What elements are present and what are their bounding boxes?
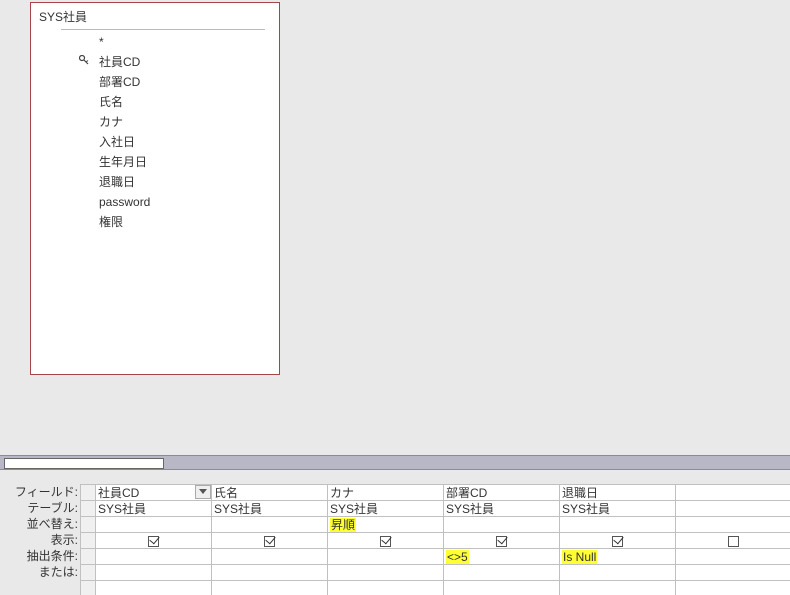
or-cell[interactable] bbox=[212, 565, 328, 581]
table-cell[interactable]: SYS社員 bbox=[444, 501, 560, 517]
primary-key-icon bbox=[79, 55, 89, 65]
or-cell[interactable] bbox=[676, 565, 790, 581]
dropdown-icon[interactable] bbox=[195, 485, 211, 499]
sort-cell[interactable] bbox=[444, 517, 560, 533]
tables-pane: SYS社員 *社員CD部署CD氏名カナ入社日生年月日退職日password権限 bbox=[0, 0, 790, 455]
table-box[interactable]: SYS社員 *社員CD部署CD氏名カナ入社日生年月日退職日password権限 bbox=[30, 2, 280, 375]
empty-cell[interactable] bbox=[676, 581, 790, 595]
design-grid-wrapper: 社員CD氏名カナ部署CD退職日SYS社員SYS社員SYS社員SYS社員SYS社員… bbox=[80, 470, 790, 595]
label-or: または: bbox=[0, 564, 80, 580]
row-selector[interactable] bbox=[81, 533, 96, 549]
criteria-cell[interactable] bbox=[676, 549, 790, 565]
or-cell[interactable] bbox=[444, 565, 560, 581]
field-item[interactable]: 生年月日 bbox=[99, 152, 279, 172]
empty-cell[interactable] bbox=[560, 581, 676, 595]
criteria-cell[interactable] bbox=[96, 549, 212, 565]
field-cell[interactable]: 部署CD bbox=[444, 485, 560, 501]
table-title: SYS社員 bbox=[31, 3, 279, 29]
show-cell[interactable] bbox=[676, 533, 790, 549]
empty-cell[interactable] bbox=[444, 581, 560, 595]
sort-cell[interactable] bbox=[560, 517, 676, 533]
label-criteria: 抽出条件: bbox=[0, 548, 80, 564]
field-item[interactable]: 入社日 bbox=[99, 132, 279, 152]
or-cell[interactable] bbox=[328, 565, 444, 581]
field-item[interactable]: 退職日 bbox=[99, 172, 279, 192]
row-selector[interactable] bbox=[81, 549, 96, 565]
criteria-cell[interactable] bbox=[212, 549, 328, 565]
sort-cell[interactable] bbox=[676, 517, 790, 533]
show-checkbox[interactable] bbox=[496, 536, 507, 547]
pane-splitter[interactable] bbox=[0, 455, 790, 470]
sort-cell[interactable] bbox=[96, 517, 212, 533]
criteria-cell[interactable] bbox=[328, 549, 444, 565]
table-cell[interactable]: SYS社員 bbox=[212, 501, 328, 517]
field-item[interactable]: 氏名 bbox=[99, 92, 279, 112]
design-grid[interactable]: 社員CD氏名カナ部署CD退職日SYS社員SYS社員SYS社員SYS社員SYS社員… bbox=[80, 484, 790, 595]
sort-cell[interactable] bbox=[212, 517, 328, 533]
row-selector[interactable] bbox=[81, 485, 96, 501]
empty-cell[interactable] bbox=[328, 581, 444, 595]
show-checkbox[interactable] bbox=[148, 536, 159, 547]
row-selector[interactable] bbox=[81, 565, 96, 581]
field-star[interactable]: * bbox=[99, 32, 279, 52]
table-cell[interactable]: SYS社員 bbox=[96, 501, 212, 517]
row-selector[interactable] bbox=[81, 517, 96, 533]
design-grid-body: 社員CD氏名カナ部署CD退職日SYS社員SYS社員SYS社員SYS社員SYS社員… bbox=[81, 485, 790, 595]
field-item[interactable]: カナ bbox=[99, 112, 279, 132]
show-checkbox[interactable] bbox=[612, 536, 623, 547]
show-checkbox[interactable] bbox=[380, 536, 391, 547]
label-sort: 並べ替え: bbox=[0, 516, 80, 532]
show-cell[interactable] bbox=[328, 533, 444, 549]
field-item[interactable]: 部署CD bbox=[99, 72, 279, 92]
empty-cell[interactable] bbox=[212, 581, 328, 595]
or-cell[interactable] bbox=[560, 565, 676, 581]
row-selector[interactable] bbox=[81, 501, 96, 517]
label-show: 表示: bbox=[0, 532, 80, 548]
table-cell[interactable]: SYS社員 bbox=[560, 501, 676, 517]
table-cell[interactable] bbox=[676, 501, 790, 517]
field-cell[interactable]: 社員CD bbox=[96, 485, 212, 501]
show-cell[interactable] bbox=[96, 533, 212, 549]
field-cell[interactable]: 氏名 bbox=[212, 485, 328, 501]
show-checkbox[interactable] bbox=[264, 536, 275, 547]
field-cell[interactable]: 退職日 bbox=[560, 485, 676, 501]
field-cell[interactable] bbox=[676, 485, 790, 501]
field-cell[interactable]: カナ bbox=[328, 485, 444, 501]
label-table: テーブル: bbox=[0, 500, 80, 516]
show-checkbox[interactable] bbox=[728, 536, 739, 547]
table-divider bbox=[61, 29, 265, 30]
row-labels: フィールド: テーブル: 並べ替え: 表示: 抽出条件: または: bbox=[0, 470, 80, 595]
design-grid-pane: フィールド: テーブル: 並べ替え: 表示: 抽出条件: または: 社員CD氏名… bbox=[0, 470, 790, 595]
criteria-cell[interactable]: Is Null bbox=[560, 549, 676, 565]
sort-cell[interactable]: 昇順 bbox=[328, 517, 444, 533]
field-list: *社員CD部署CD氏名カナ入社日生年月日退職日password権限 bbox=[31, 32, 279, 232]
splitter-handle[interactable] bbox=[4, 458, 164, 469]
field-item[interactable]: 社員CD bbox=[99, 52, 279, 72]
table-cell[interactable]: SYS社員 bbox=[328, 501, 444, 517]
field-item[interactable]: password bbox=[99, 192, 279, 212]
criteria-cell[interactable]: <>5 bbox=[444, 549, 560, 565]
show-cell[interactable] bbox=[212, 533, 328, 549]
or-cell[interactable] bbox=[96, 565, 212, 581]
row-selector[interactable] bbox=[81, 581, 96, 595]
show-cell[interactable] bbox=[560, 533, 676, 549]
label-field: フィールド: bbox=[0, 484, 80, 500]
empty-cell[interactable] bbox=[96, 581, 212, 595]
field-item[interactable]: 権限 bbox=[99, 212, 279, 232]
show-cell[interactable] bbox=[444, 533, 560, 549]
